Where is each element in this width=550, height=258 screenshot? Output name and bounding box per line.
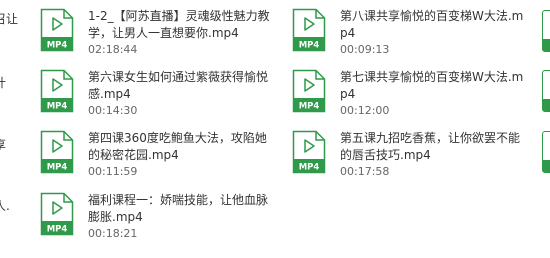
file-name: 第五课九招吃香蕉，让你欲罢不能的唇舌技巧.mp4: [340, 131, 521, 162]
svg-text:MP4: MP4: [47, 102, 68, 112]
svg-text:MP4: MP4: [47, 163, 68, 173]
svg-text:MP4: MP4: [299, 41, 320, 51]
file-duration: 00:09:13: [340, 43, 390, 56]
clipped-filename: 召让: [0, 12, 19, 26]
mp4-file-icon[interactable]: MP4: [292, 130, 326, 174]
right-clipped-column: [542, 0, 550, 258]
file-item[interactable]: MP4 第四课360度吃鲍鱼大法，攻陷她的秘密花园.mp4 00:11:59: [40, 130, 270, 186]
mp4-file-icon[interactable]: MP4: [40, 69, 74, 113]
mp4-file-icon[interactable]: MP4: [40, 130, 74, 174]
file-item[interactable]: MP4 第六课女生如何通过紫薇获得愉悦感.mp4 00:14:30: [40, 69, 270, 125]
file-duration: 00:17:58: [340, 165, 390, 178]
mp4-file-icon[interactable]: MP4: [292, 8, 326, 52]
mp4-file-icon[interactable]: MP4: [292, 69, 326, 113]
file-duration: 00:11:59: [88, 165, 138, 178]
file-duration: 00:18:21: [88, 227, 138, 240]
svg-text:MP4: MP4: [299, 163, 320, 173]
file-item[interactable]: MP4 第七课共享愉悦的百变梯W大法.mp4 00:12:00: [292, 69, 523, 125]
mp4-file-icon[interactable]: [542, 70, 550, 112]
clipped-filename: 人.: [0, 199, 10, 213]
file-name: 1-2_【阿苏直播】灵魂级性魅力教学，让男人一直想要你.mp4: [88, 9, 270, 40]
file-name: 第七课共享愉悦的百变梯W大法.mp4: [340, 70, 524, 101]
file-duration: 02:18:44: [88, 43, 138, 56]
left-clipped-column: 召让 计 享 人.: [0, 0, 30, 258]
svg-text:MP4: MP4: [299, 102, 320, 112]
file-name: 第四课360度吃鲍鱼大法，攻陷她的秘密花园.mp4: [88, 131, 267, 162]
file-name: 第八课共享愉悦的百变梯W大法.mp4: [340, 9, 524, 40]
file-duration: 00:14:30: [88, 104, 138, 117]
mp4-file-icon[interactable]: [542, 10, 550, 52]
file-item[interactable]: MP4 第五课九招吃香蕉，让你欲罢不能的唇舌技巧.mp4 00:17:58: [292, 130, 522, 186]
file-name: 第六课女生如何通过紫薇获得愉悦感.mp4: [88, 70, 269, 101]
svg-text:MP4: MP4: [47, 41, 68, 51]
clipped-filename: 计: [0, 76, 7, 90]
mp4-file-icon[interactable]: [542, 131, 550, 173]
mp4-file-icon[interactable]: MP4: [40, 192, 74, 236]
svg-text:MP4: MP4: [47, 225, 68, 235]
file-item[interactable]: MP4 1-2_【阿苏直播】灵魂级性魅力教学，让男人一直想要你.mp4 02:1…: [40, 8, 270, 64]
file-item[interactable]: MP4 福利课程一：娇喘技能，让他血脉膨胀.mp4 00:18:21: [40, 192, 270, 248]
mp4-file-icon[interactable]: MP4: [40, 8, 74, 52]
file-duration: 00:12:00: [340, 104, 390, 117]
clipped-filename: 享: [0, 138, 7, 152]
file-item[interactable]: MP4 第八课共享愉悦的百变梯W大法.mp4 00:09:13: [292, 8, 523, 64]
file-name: 福利课程一：娇喘技能，让他血脉膨胀.mp4: [88, 193, 269, 224]
